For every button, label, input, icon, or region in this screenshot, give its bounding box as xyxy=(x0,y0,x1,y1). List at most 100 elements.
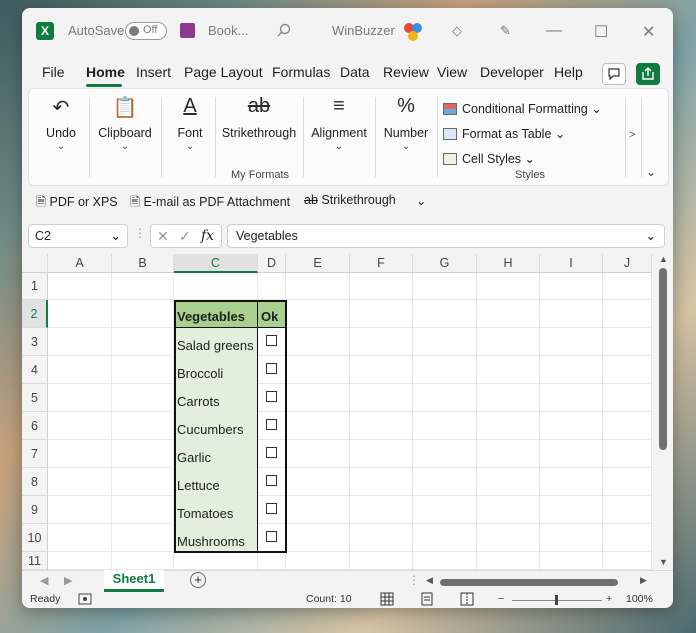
tab-page-layout[interactable]: Page Layout xyxy=(184,64,263,80)
page-break-view-icon[interactable] xyxy=(460,592,474,608)
grid-cell[interactable] xyxy=(477,384,540,412)
grid-cell[interactable] xyxy=(48,328,112,356)
scroll-left-icon[interactable]: ◀ xyxy=(426,575,433,586)
col-header-f[interactable]: F xyxy=(350,254,413,273)
grid-cell[interactable] xyxy=(477,496,540,524)
grid-cell[interactable] xyxy=(350,552,413,570)
row-header-10[interactable]: 10 xyxy=(22,524,48,552)
table-header-ok[interactable]: Ok xyxy=(258,300,286,328)
cell-styles-button[interactable]: Cell Styles ⌄ xyxy=(443,151,535,166)
comments-button[interactable] xyxy=(602,63,626,85)
tab-review[interactable]: Review xyxy=(383,64,429,80)
grid-cell[interactable] xyxy=(603,328,652,356)
grid-cell[interactable] xyxy=(603,524,652,552)
grid-cell[interactable] xyxy=(286,300,350,328)
grid-cell[interactable] xyxy=(477,273,540,300)
alignment-button[interactable]: ≡ Alignment ⌄ xyxy=(307,89,371,185)
grid-cell[interactable] xyxy=(413,356,477,384)
vegetable-cell[interactable]: Lettuce xyxy=(174,468,258,496)
vegetable-cell[interactable]: Broccoli xyxy=(174,356,258,384)
page-layout-view-icon[interactable] xyxy=(420,592,434,608)
col-header-e[interactable]: E xyxy=(286,254,350,273)
zoom-out-icon[interactable]: − xyxy=(498,593,504,605)
accessibility-icon[interactable] xyxy=(78,592,92,608)
grid-cell[interactable] xyxy=(477,300,540,328)
checkbox[interactable] xyxy=(266,363,277,374)
grid-cell[interactable] xyxy=(286,356,350,384)
vegetable-cell[interactable]: Garlic xyxy=(174,440,258,468)
scroll-down-icon[interactable]: ▼ xyxy=(659,557,668,567)
prev-sheet-icon[interactable]: ◀ xyxy=(40,574,48,587)
vegetable-cell[interactable]: Carrots xyxy=(174,384,258,412)
row-header-4[interactable]: 4 xyxy=(22,356,48,384)
grid-cell[interactable] xyxy=(540,496,603,524)
clipboard-button[interactable]: 📋 Clipboard ⌄ xyxy=(93,89,157,185)
grid-cell[interactable] xyxy=(112,468,174,496)
grid-cell[interactable] xyxy=(350,328,413,356)
name-box[interactable]: C2 ⌄ xyxy=(28,224,128,248)
zoom-in-icon[interactable]: + xyxy=(606,593,612,605)
grid-cell[interactable] xyxy=(350,468,413,496)
grid-cell[interactable] xyxy=(112,552,174,570)
row-header-1[interactable]: 1 xyxy=(22,273,48,300)
grid-cell[interactable] xyxy=(540,552,603,570)
tab-formulas[interactable]: Formulas xyxy=(272,64,330,80)
checkbox[interactable] xyxy=(266,335,277,346)
grid-cell[interactable] xyxy=(603,384,652,412)
grid-cell[interactable] xyxy=(350,356,413,384)
grid-cell[interactable] xyxy=(286,496,350,524)
grid-cell[interactable] xyxy=(48,496,112,524)
select-all-corner[interactable] xyxy=(22,254,48,273)
grid-cell[interactable] xyxy=(477,328,540,356)
grid-cell[interactable] xyxy=(540,384,603,412)
vegetable-cell[interactable]: Mushrooms xyxy=(174,524,258,552)
grid-cell[interactable] xyxy=(350,440,413,468)
grid-cell[interactable] xyxy=(258,273,286,300)
grid-cell[interactable] xyxy=(413,300,477,328)
grid-cell[interactable] xyxy=(477,412,540,440)
grid-cell[interactable] xyxy=(413,552,477,570)
scroll-up-icon[interactable]: ▲ xyxy=(659,254,668,264)
row-header-5[interactable]: 5 xyxy=(22,384,48,412)
tab-insert[interactable]: Insert xyxy=(136,64,171,80)
grid-cell[interactable] xyxy=(477,440,540,468)
checkbox[interactable] xyxy=(266,531,277,542)
grid-cell[interactable] xyxy=(350,300,413,328)
col-header-a[interactable]: A xyxy=(48,254,112,273)
col-header-c[interactable]: C xyxy=(174,254,258,273)
grid-cell[interactable] xyxy=(112,356,174,384)
col-header-h[interactable]: H xyxy=(477,254,540,273)
checkbox[interactable] xyxy=(266,475,277,486)
tab-data[interactable]: Data xyxy=(340,64,370,80)
cancel-icon[interactable]: ✕ xyxy=(157,228,169,245)
grid-cell[interactable] xyxy=(603,300,652,328)
grid-cell[interactable] xyxy=(477,468,540,496)
grid-cell[interactable] xyxy=(413,468,477,496)
grid-cell[interactable] xyxy=(603,273,652,300)
grid-cell[interactable] xyxy=(603,412,652,440)
customize-qat-icon[interactable]: ⌄ xyxy=(416,193,426,208)
worksheet-grid[interactable]: A B C D E F G H I J 1 2 3 4 5 6 7 8 9 10… xyxy=(22,254,652,570)
grid-cell[interactable] xyxy=(174,552,258,570)
grid-cell[interactable] xyxy=(286,328,350,356)
grid-cell[interactable] xyxy=(48,552,112,570)
vegetable-cell[interactable]: Tomatoes xyxy=(174,496,258,524)
grid-cell[interactable] xyxy=(286,524,350,552)
vegetable-cell[interactable]: Salad greens xyxy=(174,328,258,356)
grid-cell[interactable] xyxy=(540,412,603,440)
grid-cell[interactable] xyxy=(413,328,477,356)
email-pdf-button[interactable]: 🖹 E-mail as PDF Attachment xyxy=(130,193,290,214)
conditional-formatting-button[interactable]: Conditional Formatting ⌄ xyxy=(443,101,602,116)
grid-cell[interactable] xyxy=(48,524,112,552)
grid-cell[interactable] xyxy=(112,524,174,552)
row-header-2[interactable]: 2 xyxy=(22,300,48,328)
grid-cell[interactable] xyxy=(540,468,603,496)
grid-cell[interactable] xyxy=(350,412,413,440)
grid-cell[interactable] xyxy=(286,273,350,300)
ribbon-collapse-icon[interactable]: ⌄ xyxy=(646,165,656,179)
grid-cell[interactable] xyxy=(603,440,652,468)
sheet-tab-sheet1[interactable]: Sheet1 xyxy=(104,570,164,592)
grid-cell[interactable] xyxy=(603,356,652,384)
grid-cell[interactable] xyxy=(413,384,477,412)
row-header-7[interactable]: 7 xyxy=(22,440,48,468)
